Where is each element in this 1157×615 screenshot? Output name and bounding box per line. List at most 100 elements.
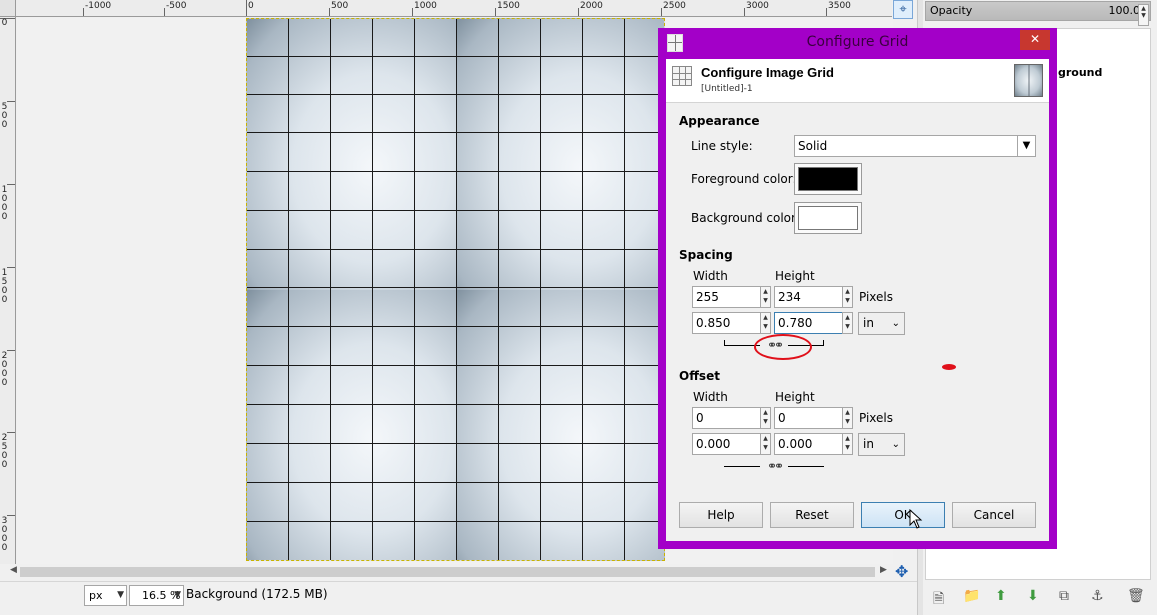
grid-line-vertical (372, 19, 373, 560)
ruler-label: 5 0 0 (1, 102, 8, 130)
mouse-cursor-icon (909, 509, 923, 529)
offset-chain-button[interactable]: ⚭⚭ (724, 459, 824, 473)
image-quadrant (455, 289, 664, 560)
horizontal-ruler[interactable]: -1000 -500 0 500 1000 1500 2000 2500 300… (16, 0, 892, 17)
ruler-label: 1 0 0 0 (1, 185, 8, 222)
chevron-down-icon: ▼ (1017, 136, 1035, 156)
grid-icon (672, 66, 692, 86)
opacity-spinner[interactable]: ▲ ▼ (1138, 4, 1149, 26)
offset-unit-select[interactable]: in ⌄ (858, 433, 905, 456)
foreground-color-button[interactable] (794, 163, 862, 195)
grid-line-vertical (330, 19, 331, 560)
foreground-color-swatch (798, 167, 858, 191)
spacing-section-title: Spacing (679, 248, 733, 262)
close-icon[interactable]: ✕ (1020, 30, 1050, 50)
offset-width-px-input[interactable]: 0 (692, 407, 761, 429)
appearance-section-title: Appearance (679, 114, 760, 128)
ruler-label: 500 (331, 1, 349, 11)
spacing-height-px-input[interactable]: 234 (774, 286, 843, 308)
dialog-body: Configure Image Grid [Untitled]-1 Appear… (666, 59, 1049, 541)
ruler-label: 1000 (414, 1, 437, 11)
spacing-width-in-spinner[interactable]: ▲ ▼ (760, 312, 771, 334)
offset-height-in-input[interactable]: 0.000 (774, 433, 843, 455)
vertical-ruler[interactable]: 0 5 0 0 1 0 0 0 1 5 0 0 2 0 0 0 2 5 0 0 … (0, 17, 16, 564)
spacing-width-px-input[interactable]: 255 (692, 286, 761, 308)
grid-line-horizontal (247, 521, 664, 522)
line-style-select[interactable]: Solid ▼ (794, 135, 1036, 157)
ruler-tick (578, 8, 579, 16)
dialog-heading: Configure Image Grid (701, 65, 834, 80)
spacing-width-label: Width (693, 269, 728, 283)
grid-line-horizontal (247, 132, 664, 133)
offset-width-in-input[interactable]: 0.000 (692, 433, 761, 455)
duplicate-layer-icon[interactable]: ⧉ (1059, 588, 1069, 604)
spacing-unit-value: in (863, 316, 874, 330)
dialog-header: Configure Image Grid [Untitled]-1 (666, 59, 1049, 103)
grid-line-horizontal (247, 94, 664, 95)
navigate-icon[interactable]: ⌖ (893, 0, 913, 19)
opacity-label: Opacity (930, 4, 973, 17)
spacing-width-px-spinner[interactable]: ▲ ▼ (760, 286, 771, 308)
background-color-swatch (798, 206, 858, 230)
horizontal-scrollbar[interactable]: ◀ ▶ (0, 564, 917, 580)
help-button[interactable]: Help (679, 502, 763, 528)
ruler-label: 2 5 0 0 (1, 433, 8, 470)
grid-line-horizontal (247, 326, 664, 327)
ruler-tick (7, 432, 15, 433)
offset-width-in-spinner[interactable]: ▲ ▼ (760, 433, 771, 455)
ruler-tick (661, 8, 662, 16)
chain-bar (724, 340, 725, 346)
spacing-width-in-input[interactable]: 0.850 (692, 312, 761, 334)
ruler-tick (7, 184, 15, 185)
layer-name[interactable]: ground (1058, 66, 1102, 79)
grid-line-vertical (414, 19, 415, 560)
delete-layer-icon[interactable]: 🗑 (1127, 588, 1145, 604)
ruler-tick (495, 8, 496, 16)
raise-layer-icon[interactable]: ⬆ (995, 588, 1007, 604)
ruler-label: 0 (248, 1, 254, 11)
grid-line-vertical (456, 19, 457, 560)
ruler-label: 1 5 0 0 (1, 268, 8, 305)
unit-selector[interactable]: px ▼ (84, 585, 127, 606)
layers-toolbar: 🗎 📁 ⬆ ⬇ ⧉ ⚓ 🗑 (923, 586, 1157, 610)
dialog-titlebar[interactable]: Configure Grid ✕ (658, 28, 1057, 59)
ruler-label: 1500 (497, 1, 520, 11)
scrollbar-thumb[interactable] (20, 567, 875, 577)
anchor-layer-icon[interactable]: ⚓ (1091, 588, 1104, 604)
opacity-value: 100.0 (1108, 4, 1141, 17)
reset-button[interactable]: Reset (770, 502, 854, 528)
ruler-label: 2000 (580, 1, 603, 11)
zoom-selector[interactable]: 16.5 % ▼ (129, 585, 184, 606)
ruler-label: 3 0 0 0 (1, 516, 8, 553)
spacing-unit-select[interactable]: in ⌄ (858, 312, 905, 335)
ok-button[interactable]: OK (861, 502, 945, 528)
dialog-window-title: Configure Grid (806, 34, 909, 50)
scroll-left-icon[interactable]: ◀ (10, 565, 17, 575)
spacing-height-in-input[interactable]: 0.780 (774, 312, 843, 334)
opacity-slider[interactable]: Opacity 100.0 ▲ ▼ (925, 1, 1151, 26)
chevron-down-icon: ▼ (117, 590, 124, 600)
navigate-move-icon[interactable]: ✥ (895, 562, 908, 581)
cancel-button[interactable]: Cancel (952, 502, 1036, 528)
ruler-tick (744, 8, 745, 16)
scroll-right-icon[interactable]: ▶ (880, 565, 887, 575)
new-layer-icon[interactable]: 🗎 (933, 588, 944, 612)
spacing-height-px-spinner[interactable]: ▲ ▼ (842, 286, 853, 308)
offset-width-px-spinner[interactable]: ▲ ▼ (760, 407, 771, 429)
ruler-tick (83, 8, 84, 16)
chevron-down-icon: ▼ (174, 590, 181, 600)
background-color-label: Background color: (691, 211, 800, 225)
background-color-button[interactable] (794, 202, 862, 234)
ruler-tick (7, 267, 15, 268)
lower-layer-icon[interactable]: ⬇ (1027, 588, 1039, 604)
offset-height-px-spinner[interactable]: ▲ ▼ (842, 407, 853, 429)
image-layer-with-grid[interactable] (246, 18, 665, 561)
configure-grid-dialog: Configure Grid ✕ Configure Image Grid [U… (658, 28, 1057, 549)
spacing-height-in-spinner[interactable]: ▲ ▼ (842, 312, 853, 334)
ruler-tick (7, 515, 15, 516)
offset-height-in-spinner[interactable]: ▲ ▼ (842, 433, 853, 455)
image-quadrant (247, 289, 456, 560)
offset-height-px-input[interactable]: 0 (774, 407, 843, 429)
new-layer-group-icon[interactable]: 📁 (963, 588, 980, 604)
chain-link-icon: ⚭⚭ (766, 459, 784, 473)
